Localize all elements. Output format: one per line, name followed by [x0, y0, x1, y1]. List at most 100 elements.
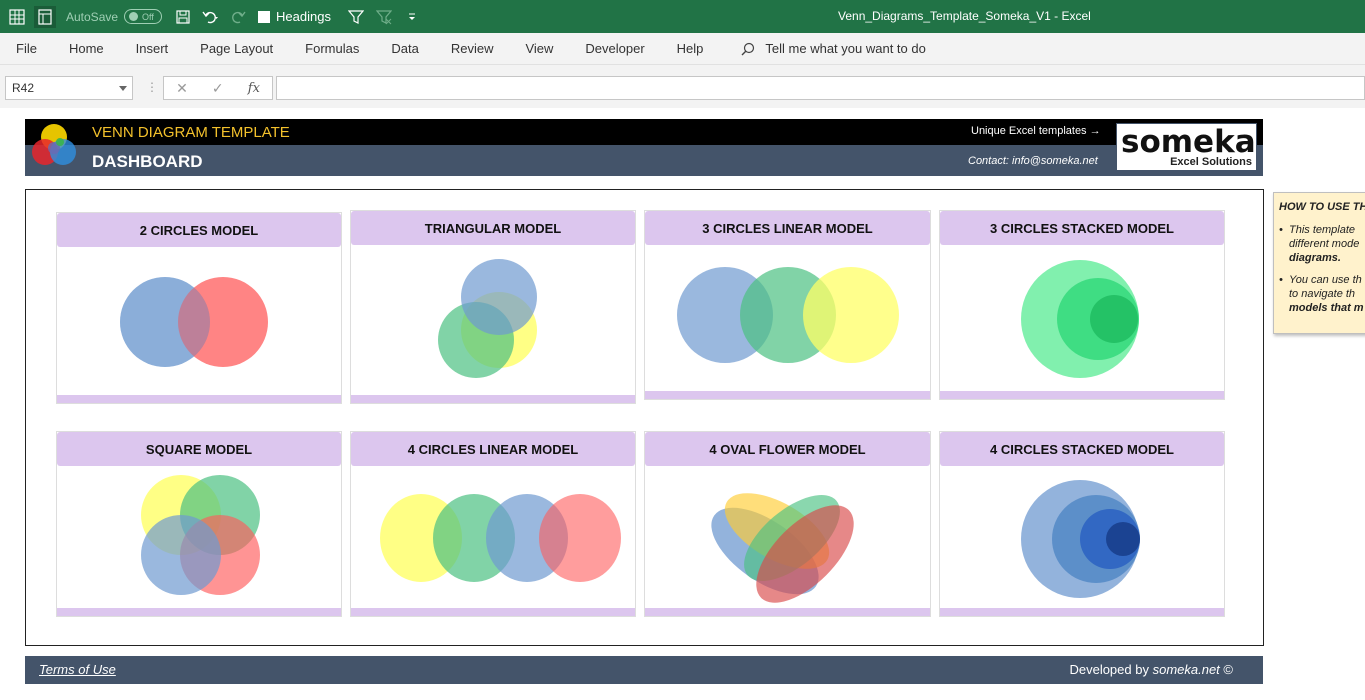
search-icon: [741, 42, 755, 55]
worksheet[interactable]: VENN DIAGRAM TEMPLATE Unique Excel templ…: [0, 108, 1365, 700]
formula-input[interactable]: [276, 76, 1365, 100]
card-title: TRIANGULAR MODEL: [351, 211, 635, 245]
how-to-use-note[interactable]: HOW TO USE TH This template different mo…: [1273, 192, 1365, 334]
name-box-value: R42: [12, 81, 35, 95]
autosave-label: AutoSave: [66, 9, 119, 24]
cancel-icon[interactable]: ✕: [176, 80, 188, 97]
card-footer: [940, 608, 1224, 616]
howto-line-bold: diagrams.: [1289, 252, 1341, 264]
tab-formulas[interactable]: Formulas: [289, 41, 375, 56]
tab-page-layout[interactable]: Page Layout: [184, 41, 289, 56]
card-title: 4 OVAL FLOWER MODEL: [645, 432, 930, 466]
page-title: DASHBOARD: [92, 152, 203, 171]
tab-view[interactable]: View: [509, 41, 569, 56]
ribbon-tabs: File Home Insert Page Layout Formulas Da…: [0, 33, 1365, 65]
circle-inner: [1106, 522, 1140, 556]
customize-toolbar-icon[interactable]: [401, 6, 423, 28]
card-triangular[interactable]: TRIANGULAR MODEL: [350, 210, 636, 404]
card-footer: [57, 608, 341, 616]
venn-4-oval-flower: [711, 493, 854, 603]
card-footer: [645, 391, 930, 399]
tell-me-text: Tell me what you want to do: [765, 41, 926, 56]
autosave-state: Off: [142, 11, 154, 22]
card-footer: [351, 395, 635, 403]
developed-suffix: ©: [1219, 662, 1233, 677]
card-4-circles-stacked[interactable]: 4 CIRCLES STACKED MODEL: [939, 431, 1225, 617]
header-bottom-band: DASHBOARD Contact: info@someka.net: [25, 145, 1263, 176]
normal-view-icon[interactable]: [6, 6, 28, 28]
tell-me-search[interactable]: Tell me what you want to do: [741, 41, 926, 56]
someka-logo[interactable]: someka Excel Solutions: [1116, 123, 1257, 171]
card-4-oval-flower[interactable]: 4 OVAL FLOWER MODEL: [644, 431, 931, 617]
clear-filter-icon[interactable]: [373, 6, 395, 28]
card-3-circles-stacked[interactable]: 3 CIRCLES STACKED MODEL: [939, 210, 1225, 400]
headings-checkbox[interactable]: [258, 10, 271, 23]
circle-red: [539, 494, 621, 582]
venn-3-circles-stacked: [1021, 260, 1139, 378]
insert-function-icon[interactable]: fx: [248, 81, 260, 96]
howto-line-bold: models that m: [1289, 302, 1364, 314]
tab-home[interactable]: Home: [53, 41, 120, 56]
name-box[interactable]: R42: [5, 76, 133, 100]
tab-insert[interactable]: Insert: [120, 41, 185, 56]
card-footer: [645, 608, 930, 616]
title-bar: AutoSave Off Headings Venn_Diagrams_Temp…: [0, 0, 1365, 33]
filter-icon[interactable]: [345, 6, 367, 28]
card-4-circles-linear[interactable]: 4 CIRCLES LINEAR MODEL: [350, 431, 636, 617]
card-title: 2 CIRCLES MODEL: [57, 213, 341, 247]
developed-by: Developed by someka.net ©: [1069, 662, 1233, 677]
howto-line: This template: [1289, 224, 1356, 236]
tab-help[interactable]: Help: [661, 41, 720, 56]
card-square[interactable]: SQUARE MODEL: [56, 431, 342, 617]
formula-bar: R42 ⋮ ✕ ✓ fx: [0, 72, 1365, 104]
card-3-circles-linear[interactable]: 3 CIRCLES LINEAR MODEL: [644, 210, 931, 400]
howto-line: You can use th: [1289, 274, 1362, 286]
card-2-circles[interactable]: 2 CIRCLES MODEL: [56, 212, 342, 404]
venn-4-circles-linear: [380, 494, 621, 582]
redo-icon[interactable]: [228, 6, 250, 28]
circle-blue-overlay: [120, 277, 210, 367]
headings-label: Headings: [276, 9, 331, 24]
tab-data[interactable]: Data: [375, 41, 434, 56]
circle-yellow: [803, 267, 899, 363]
card-title: 3 CIRCLES LINEAR MODEL: [645, 211, 930, 245]
card-footer: [351, 608, 635, 616]
venn-triangular: [438, 259, 537, 378]
toggle-knob: [129, 12, 139, 21]
howto-item: You can use th to navigate th models tha…: [1279, 273, 1365, 315]
tab-developer[interactable]: Developer: [569, 41, 660, 56]
venn-logo-icon: [32, 124, 76, 165]
enter-icon[interactable]: ✓: [212, 80, 224, 97]
header-top-band: VENN DIAGRAM TEMPLATE Unique Excel templ…: [25, 119, 1263, 145]
card-title: 3 CIRCLES STACKED MODEL: [940, 211, 1224, 245]
autosave-toggle[interactable]: Off: [124, 9, 163, 24]
undo-icon[interactable]: [200, 6, 222, 28]
terms-of-use-link[interactable]: Terms of Use: [39, 662, 116, 677]
venn-square: [141, 475, 260, 595]
save-icon[interactable]: [172, 6, 194, 28]
tab-review[interactable]: Review: [435, 41, 510, 56]
circle-inner: [1090, 295, 1138, 343]
contact-text: Contact: info@someka.net: [968, 155, 1098, 167]
circle-blue: [461, 259, 537, 335]
card-footer: [940, 391, 1224, 399]
chevron-down-icon[interactable]: [119, 86, 127, 91]
tab-file[interactable]: File: [0, 41, 53, 56]
logo-subtitle: Excel Solutions: [1170, 156, 1252, 168]
unique-templates-link[interactable]: Unique Excel templates →: [971, 125, 1101, 137]
venn-2-circles: [120, 277, 268, 367]
card-title: SQUARE MODEL: [57, 432, 341, 466]
logo-word: someka: [1121, 124, 1256, 160]
document-title: Venn_Diagrams_Template_Someka_V1 - Excel: [838, 9, 1091, 23]
footer-bar: Terms of Use Developed by someka.net ©: [25, 656, 1263, 684]
howto-item: This template different mode diagrams.: [1279, 223, 1365, 265]
template-title: VENN DIAGRAM TEMPLATE: [92, 124, 290, 141]
developed-brand[interactable]: someka.net: [1153, 662, 1220, 677]
card-title: 4 CIRCLES LINEAR MODEL: [351, 432, 635, 466]
card-title: 4 CIRCLES STACKED MODEL: [940, 432, 1224, 466]
developed-prefix: Developed by: [1069, 662, 1153, 677]
venn-4-circles-stacked: [1021, 480, 1140, 598]
card-footer: [57, 395, 341, 403]
page-layout-icon[interactable]: [34, 5, 56, 28]
formula-buttons: ✕ ✓ fx: [163, 76, 273, 100]
